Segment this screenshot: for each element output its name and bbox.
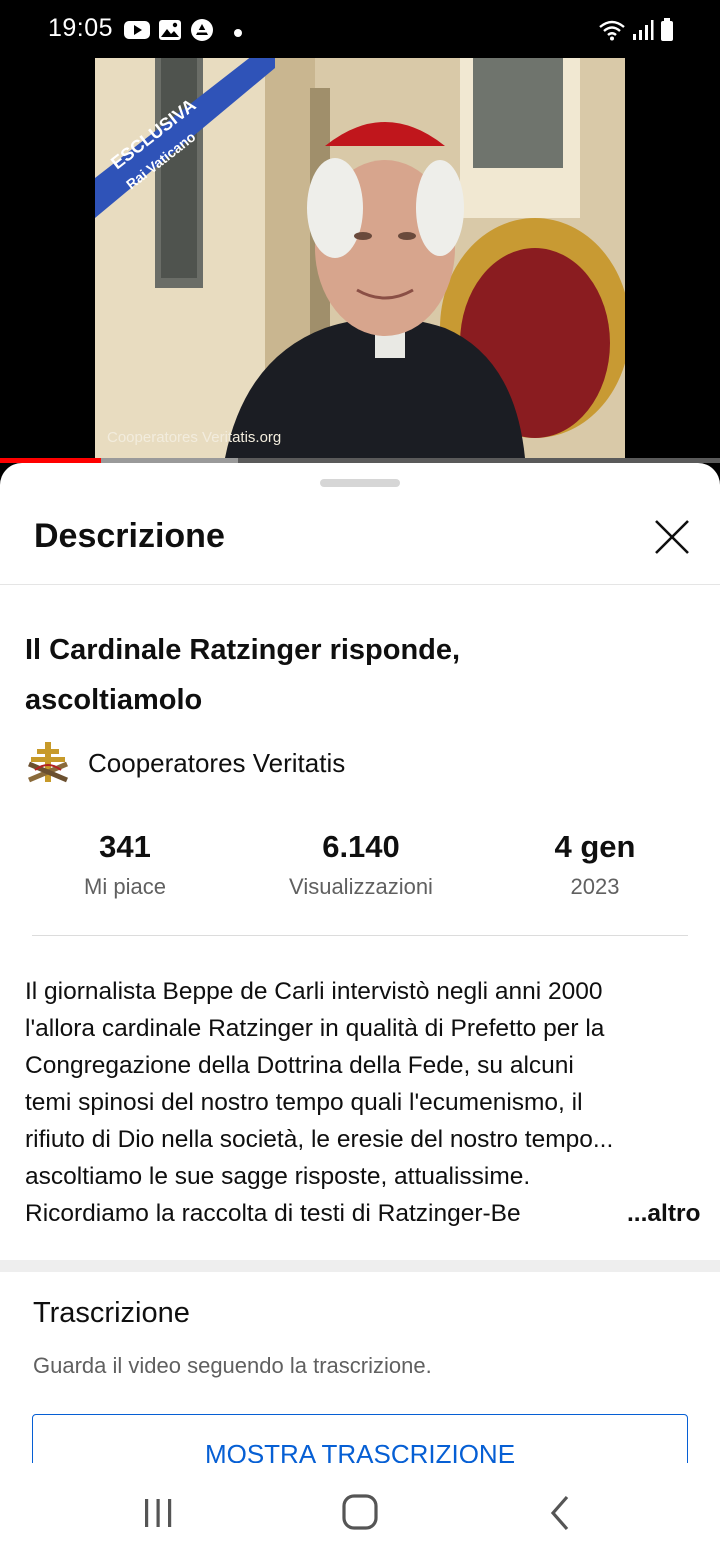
navigation-bar bbox=[0, 1463, 720, 1560]
video-frame[interactable]: ESCLUSIVA Rai Vaticano Cooperatores Veri… bbox=[95, 58, 625, 458]
channel-name: Cooperatores Veritatis bbox=[88, 747, 346, 778]
back-icon bbox=[550, 1495, 569, 1531]
home-icon bbox=[342, 1494, 378, 1530]
transcript-title: Trascrizione bbox=[33, 1297, 190, 1329]
close-icon bbox=[655, 520, 689, 554]
description-line: temi spinosi del nostro tempo quali l'ec… bbox=[25, 1089, 583, 1116]
notification-dot bbox=[234, 28, 242, 37]
drag-handle[interactable] bbox=[320, 479, 400, 487]
channel-cross-icon bbox=[25, 740, 71, 786]
stat-date: 4 gen 2023 bbox=[485, 825, 705, 905]
description-line: l'allora cardinale Ratzinger in qualità … bbox=[25, 1015, 605, 1042]
recents-button[interactable] bbox=[133, 1491, 183, 1535]
description-text[interactable]: Il giornalista Beppe de Carli intervistò… bbox=[25, 973, 705, 1233]
battery-icon bbox=[660, 18, 674, 47]
youtube-icon bbox=[124, 20, 150, 45]
show-transcript-button[interactable]: MOSTRA TRASCRIZIONE bbox=[32, 1414, 688, 1463]
recents-icon bbox=[145, 1499, 172, 1527]
close-button[interactable] bbox=[646, 511, 698, 563]
video-player[interactable]: ESCLUSIVA Rai Vaticano Cooperatores Veri… bbox=[0, 58, 720, 460]
back-button[interactable] bbox=[537, 1491, 587, 1535]
app-icon bbox=[190, 18, 214, 47]
description-line: rifiuto di Dio nella società, le eresie … bbox=[25, 1126, 614, 1153]
stat-views: 6.140 Visualizzazioni bbox=[251, 825, 471, 905]
status-bar: 19:05 bbox=[0, 0, 720, 58]
description-sheet: Descrizione Il Cardinale Ratzinger rispo… bbox=[0, 463, 720, 1463]
stat-date-value: 4 gen bbox=[554, 829, 636, 864]
video-watermark: Cooperatores Veritatis.org bbox=[107, 429, 281, 446]
stats-row: 341 Mi piace 6.140 Visualizzazioni 4 gen… bbox=[0, 825, 720, 905]
video-title: Il Cardinale Ratzinger risponde, ascolti… bbox=[25, 634, 461, 716]
description-line: ascoltiamo le sue sagge risposte, attual… bbox=[25, 1163, 531, 1190]
signal-icon bbox=[632, 19, 654, 46]
description-line: Il giornalista Beppe de Carli intervistò… bbox=[25, 978, 603, 1005]
section-separator bbox=[0, 1260, 720, 1272]
wifi-icon bbox=[598, 19, 626, 46]
video-thumbnail-image: ESCLUSIVA Rai Vaticano Cooperatores Veri… bbox=[95, 58, 625, 458]
description-line: Ricordiamo la raccolta di testi di Ratzi… bbox=[25, 1200, 521, 1227]
status-icons-right bbox=[598, 18, 674, 47]
description-line: Congregazione della Dottrina della Fede,… bbox=[25, 1052, 574, 1079]
more-link[interactable]: ...altro bbox=[605, 1195, 701, 1232]
stat-date-label: 2023 bbox=[570, 874, 620, 899]
status-time: 19:05 bbox=[48, 14, 114, 42]
divider bbox=[32, 935, 688, 936]
status-icons-left bbox=[124, 18, 242, 47]
stat-likes: 341 Mi piace bbox=[15, 825, 235, 905]
channel-row[interactable]: Cooperatores Veritatis bbox=[25, 739, 345, 787]
transcript-subtitle: Guarda il video seguendo la trascrizione… bbox=[33, 1353, 432, 1378]
screen: 19:05 ESCLUSIVA Rai Vaticano Cooperatore… bbox=[0, 0, 720, 1560]
stat-likes-value: 341 bbox=[99, 829, 151, 864]
stat-views-value: 6.140 bbox=[322, 829, 400, 864]
stat-views-label: Visualizzazioni bbox=[289, 874, 433, 899]
stat-likes-label: Mi piace bbox=[84, 874, 166, 899]
home-button[interactable] bbox=[335, 1491, 385, 1535]
gallery-icon bbox=[158, 19, 182, 46]
sheet-header: Descrizione bbox=[0, 503, 720, 585]
sheet-title: Descrizione bbox=[34, 517, 225, 555]
